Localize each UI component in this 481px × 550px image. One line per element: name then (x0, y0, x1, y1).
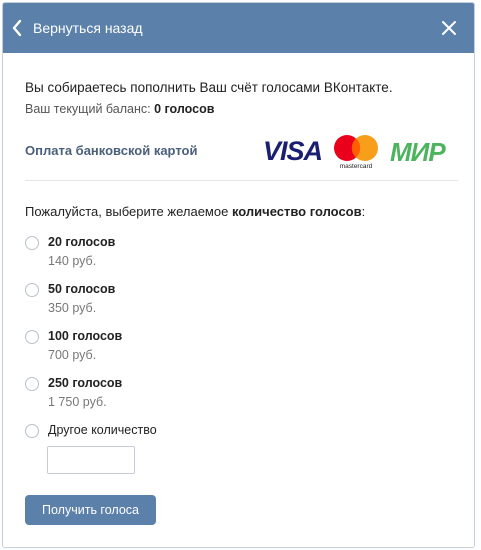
visa-logo-text: VISA (263, 136, 322, 165)
current-balance: Ваш текущий баланс: 0 голосов (25, 102, 214, 116)
custom-amount-input[interactable] (47, 446, 135, 474)
option-title: 250 голосов (48, 376, 123, 390)
payment-method-label: Оплата банковской картой (25, 143, 198, 158)
radio-button[interactable] (25, 236, 39, 250)
radio-button[interactable] (25, 330, 39, 344)
back-button[interactable]: Вернуться назад (11, 16, 143, 40)
option-title: 100 голосов (48, 329, 123, 343)
option-title: Другое количество (48, 423, 157, 437)
option-price: 140 руб. (48, 254, 97, 268)
option-price: 350 руб. (48, 301, 97, 315)
radio-button[interactable] (25, 283, 39, 297)
option-price: 1 750 руб. (48, 395, 107, 409)
intro-text: Вы собираетесь пополнить Ваш счёт голоса… (25, 80, 393, 95)
prompt-bold: количество голосов (231, 204, 362, 219)
radio-button[interactable] (25, 424, 39, 438)
chevron-left-icon (11, 19, 23, 37)
payment-method-row: Оплата банковской картой VISA mastercard… (25, 131, 458, 171)
mastercard-logo-text: mastercard (340, 163, 373, 170)
option-title: 50 голосов (48, 282, 116, 296)
prompt-prefix: Пожалуйста, выберите желаемое (25, 204, 229, 219)
divider (25, 180, 458, 181)
get-votes-button[interactable]: Получить голоса (25, 495, 156, 525)
close-icon[interactable] (440, 19, 458, 37)
radio-button[interactable] (25, 377, 39, 391)
quantity-prompt: Пожалуйста, выберите желаемое количество… (25, 204, 365, 219)
option-price: 700 руб. (48, 348, 97, 362)
option-title: 20 голосов (48, 235, 116, 249)
mastercard-logo: mastercard (330, 133, 384, 176)
visa-logo: VISA (263, 135, 325, 170)
prompt-suffix: : (361, 204, 366, 219)
dialog-header: Вернуться назад (3, 3, 474, 53)
mir-logo: МИР (390, 137, 460, 170)
mir-logo-text: МИР (390, 139, 446, 165)
back-button-label: Вернуться назад (33, 20, 143, 36)
balance-label: Ваш текущий баланс: (25, 102, 151, 116)
vote-purchase-dialog: Вернуться назад Вы собираетесь пополнить… (2, 2, 475, 548)
balance-value: 0 голосов (154, 102, 215, 116)
